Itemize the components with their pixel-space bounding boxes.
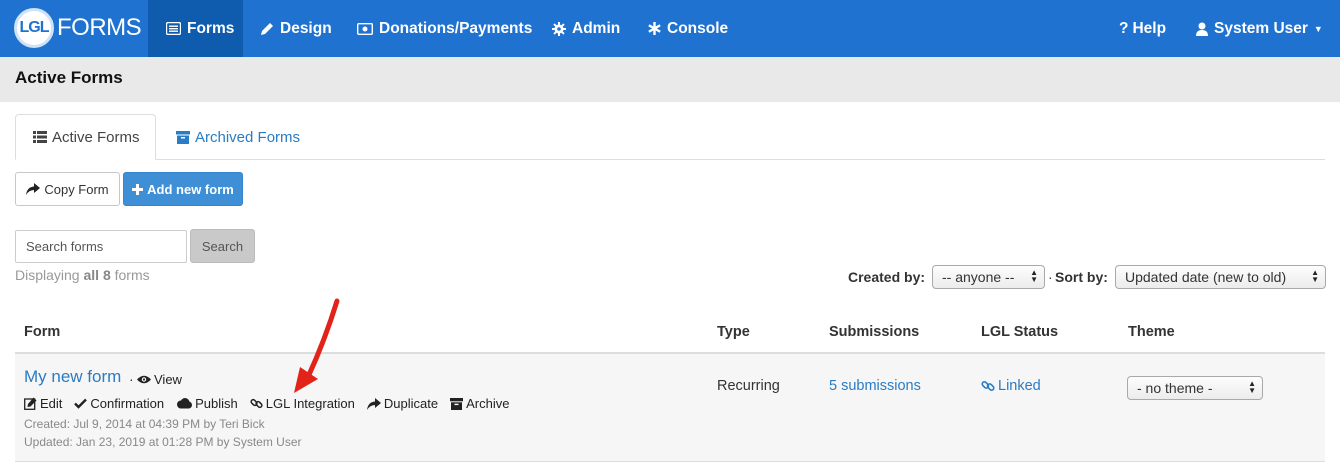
theme-value: - no theme -	[1137, 380, 1213, 396]
search-input[interactable]	[15, 230, 187, 263]
display-count: Displaying all 8 forms	[15, 267, 150, 283]
select-arrows-icon: ▲ ▼	[1030, 268, 1038, 284]
check-icon	[74, 398, 88, 409]
filter-separator: ·	[1048, 269, 1053, 285]
eye-icon	[137, 375, 151, 384]
created-by-label: Created by:	[848, 269, 926, 285]
asterisk-icon	[648, 22, 661, 35]
column-header-submissions: Submissions	[829, 324, 920, 340]
display-count-number: all 8	[83, 267, 111, 283]
created-by-value: -- anyone --	[942, 269, 1015, 285]
edit-action[interactable]: Edit	[24, 396, 62, 411]
nav-forms-label: Forms	[187, 19, 235, 37]
nav-forms[interactable]: Forms	[148, 0, 243, 57]
nav-donations[interactable]: Donations/Payments	[357, 0, 532, 57]
nav-design-label: Design	[280, 19, 332, 37]
list-alt-icon	[166, 22, 181, 35]
add-new-form-button[interactable]: Add new form	[123, 172, 243, 206]
select-arrows-icon: ▲ ▼	[1248, 379, 1256, 395]
caret-down-icon: ▼	[1313, 23, 1323, 34]
archive-icon	[450, 397, 464, 410]
user-icon	[1196, 22, 1208, 36]
publish-action[interactable]: Publish	[176, 396, 238, 411]
lgl-integration-label: LGL Integration	[265, 396, 355, 411]
archive-action[interactable]: Archive	[450, 396, 509, 411]
nav-console[interactable]: Console	[648, 0, 728, 57]
updated-meta: Updated: Jan 23, 2019 at 01:28 PM by Sys…	[24, 435, 302, 449]
nav-donations-label: Donations/Payments	[379, 19, 533, 37]
select-arrows-icon: ▲ ▼	[1311, 268, 1319, 284]
edit-label: Edit	[40, 396, 63, 411]
sort-by-select[interactable]: Updated date (new to old) ▲ ▼	[1115, 265, 1326, 289]
link-icon	[981, 379, 995, 393]
brand-logo[interactable]: LGL FORMS	[14, 8, 142, 48]
copy-form-label: Copy Form	[44, 181, 109, 197]
question-icon: ?	[1119, 19, 1129, 37]
tab-active-forms[interactable]: Active Forms	[15, 114, 156, 160]
display-count-suffix: forms	[110, 267, 150, 283]
nav-design[interactable]: Design	[260, 0, 332, 57]
created-by-select[interactable]: -- anyone -- ▲ ▼	[932, 265, 1045, 289]
theme-select[interactable]: - no theme - ▲ ▼	[1127, 376, 1263, 400]
nav-help-label: Help	[1132, 19, 1167, 37]
share-arrow-icon	[26, 183, 41, 195]
sort-by-value: Updated date (new to old)	[1125, 269, 1287, 285]
cloud-icon	[176, 398, 193, 409]
tab-active-forms-label: Active Forms	[52, 128, 140, 146]
column-header-type: Type	[717, 324, 750, 340]
lgl-status-label: Linked	[998, 378, 1041, 394]
duplicate-label: Duplicate	[383, 396, 439, 411]
name-separator: ·	[129, 371, 134, 387]
money-icon	[357, 22, 373, 35]
copy-form-button[interactable]: Copy Form	[15, 172, 120, 206]
view-link[interactable]: View	[137, 372, 182, 387]
th-list-icon	[33, 131, 47, 143]
search-button[interactable]: Search	[190, 229, 255, 263]
confirmation-action[interactable]: Confirmation	[74, 396, 164, 411]
nav-help[interactable]: ? Help	[1119, 0, 1166, 57]
form-name-link[interactable]: My new form	[24, 367, 121, 387]
logo-badge: LGL	[14, 8, 54, 48]
logo-text: FORMS	[57, 14, 142, 41]
top-navbar: LGL FORMS Forms Design Donations/Payment…	[0, 0, 1340, 57]
gear-icon	[552, 21, 566, 36]
tab-archived-forms-label: Archived Forms	[195, 128, 301, 146]
nav-user-menu[interactable]: System User ▼	[1196, 0, 1323, 57]
sort-by-label: Sort by:	[1055, 269, 1108, 285]
view-label: View	[154, 372, 182, 387]
column-header-theme: Theme	[1128, 324, 1175, 340]
link-icon	[250, 397, 263, 410]
confirmation-label: Confirmation	[90, 396, 165, 411]
add-new-form-label: Add new form	[147, 181, 234, 197]
pencil-icon	[260, 22, 274, 36]
display-count-prefix: Displaying	[15, 267, 84, 283]
nav-admin-label: Admin	[572, 19, 621, 37]
publish-label: Publish	[195, 396, 238, 411]
page-title: Active Forms	[15, 68, 123, 87]
page-header: Active Forms	[0, 57, 1340, 102]
share-arrow-icon	[366, 397, 381, 410]
nav-admin[interactable]: Admin	[552, 0, 620, 57]
column-header-lgl-status: LGL Status	[981, 324, 1059, 340]
form-type: Recurring	[717, 378, 780, 394]
lgl-integration-action[interactable]: LGL Integration	[250, 396, 355, 411]
archive-label: Archive	[466, 396, 510, 411]
tab-archived-forms[interactable]: Archived Forms	[176, 114, 300, 160]
nav-console-label: Console	[667, 19, 729, 37]
nav-user-label: System User	[1214, 19, 1308, 37]
created-meta: Created: Jul 9, 2014 at 04:39 PM by Teri…	[24, 417, 265, 431]
column-header-form: Form	[24, 324, 61, 340]
archive-icon	[176, 130, 190, 144]
lgl-status-link[interactable]: Linked	[981, 378, 1041, 394]
annotation-arrow	[294, 298, 340, 393]
plus-icon	[132, 183, 144, 195]
row-actions: Edit Confirmation Publish LGL Integratio…	[24, 396, 521, 411]
duplicate-action[interactable]: Duplicate	[366, 396, 439, 411]
edit-icon	[24, 397, 37, 410]
submissions-link[interactable]: 5 submissions	[829, 378, 921, 394]
